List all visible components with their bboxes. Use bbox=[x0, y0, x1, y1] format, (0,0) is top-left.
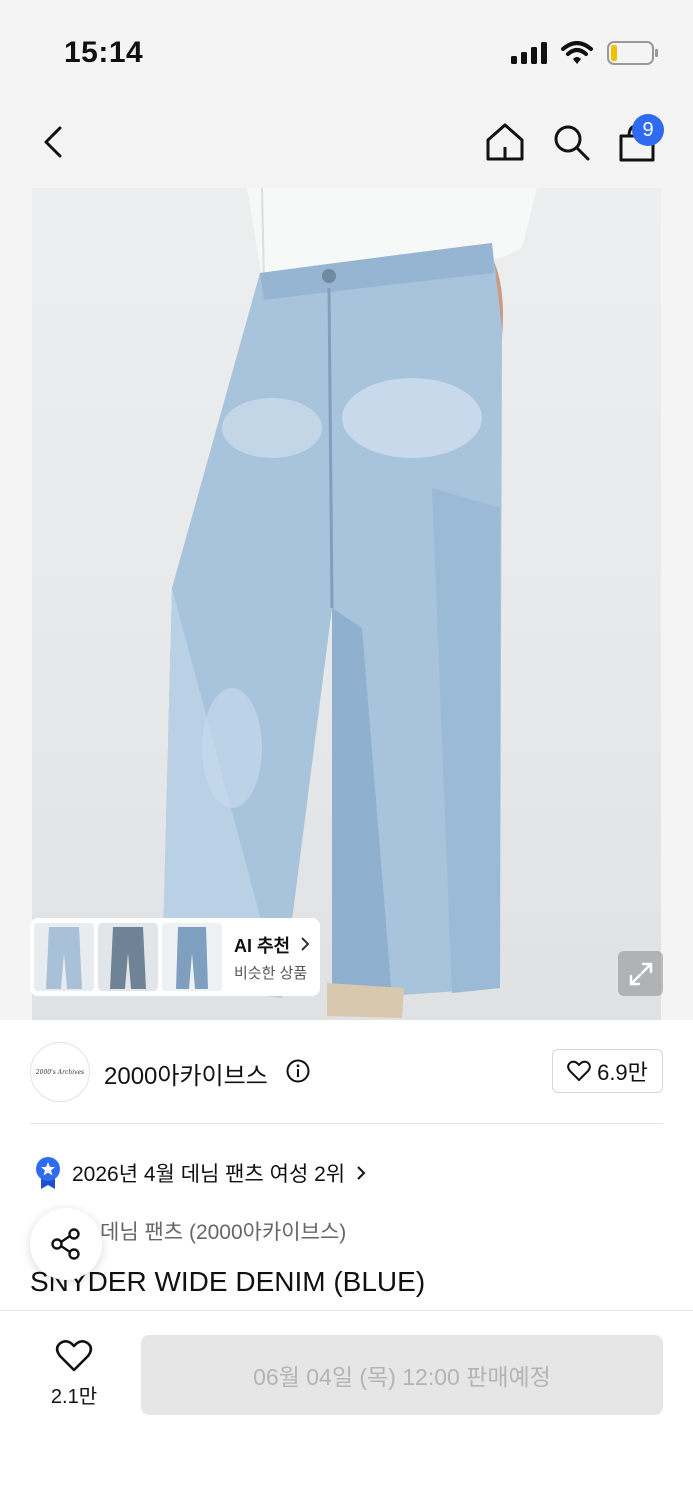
ai-recommend-card[interactable]: AI 추천 비슷한 상품 bbox=[30, 918, 320, 996]
wifi-icon bbox=[561, 41, 593, 64]
sale-scheduled-button[interactable]: 06월 04일 (목) 12:00 판매예정 bbox=[141, 1335, 663, 1415]
recommend-thumbnail[interactable] bbox=[98, 923, 158, 991]
info-icon[interactable] bbox=[286, 1059, 310, 1083]
ranking-text: 2026년 4월 데님 팬츠 여성 2위 bbox=[72, 1163, 346, 1186]
expand-icon bbox=[629, 962, 652, 985]
cart-count-badge: 9 bbox=[632, 114, 664, 146]
back-arrow-icon[interactable] bbox=[34, 120, 74, 164]
share-icon bbox=[51, 1228, 80, 1260]
chevron-right-icon bbox=[301, 936, 310, 951]
recommend-thumbnail[interactable] bbox=[34, 923, 94, 991]
expand-image-button[interactable] bbox=[618, 951, 663, 996]
ai-recommend-text[interactable]: AI 추천 비슷한 상품 bbox=[234, 932, 311, 983]
wishlist-button[interactable]: 2.1만 bbox=[40, 1339, 108, 1409]
status-bar: 15:14 bbox=[0, 0, 693, 100]
product-image-area[interactable] bbox=[0, 188, 693, 1020]
search-icon[interactable] bbox=[550, 120, 592, 164]
product-category[interactable]: 데님 팬츠 (2000아카이브스) bbox=[100, 1216, 346, 1246]
brand-like-count: 6.9만 bbox=[597, 1060, 648, 1085]
brand-like-button[interactable]: 6.9만 bbox=[552, 1049, 663, 1093]
share-button[interactable] bbox=[30, 1208, 102, 1280]
status-icons bbox=[511, 40, 659, 66]
heart-icon bbox=[55, 1340, 93, 1372]
recommend-thumbnail[interactable] bbox=[162, 923, 222, 991]
home-icon[interactable] bbox=[484, 120, 526, 164]
battery-icon bbox=[607, 41, 658, 65]
ai-recommend-subtitle: 비슷한 상품 bbox=[234, 964, 308, 982]
ai-recommend-title: AI 추천 bbox=[234, 932, 311, 958]
brand-row: 2000's Archives 2000아카이브스 6.9만 bbox=[0, 1020, 693, 1124]
signal-icon bbox=[511, 42, 547, 64]
wishlist-count: 2.1만 bbox=[50, 1386, 98, 1408]
ai-recommend-title-text: AI 추천 bbox=[234, 935, 291, 956]
bottom-action-bar: 2.1만 06월 04일 (목) 12:00 판매예정 bbox=[0, 1310, 693, 1500]
divider bbox=[30, 1123, 663, 1124]
denim-jeans-illustration bbox=[162, 188, 537, 1018]
brand-logo[interactable]: 2000's Archives bbox=[30, 1042, 90, 1102]
ranking-badge-icon bbox=[36, 1157, 60, 1189]
brand-name[interactable]: 2000아카이브스 bbox=[104, 1056, 268, 1091]
product-photo bbox=[32, 188, 661, 1020]
ranking-row[interactable]: 2026년 4월 데님 팬츠 여성 2위 bbox=[34, 1156, 367, 1190]
status-time: 15:14 bbox=[64, 36, 144, 69]
nav-bar bbox=[0, 100, 693, 188]
chevron-right-icon bbox=[357, 1166, 366, 1180]
heart-icon bbox=[567, 1060, 591, 1081]
